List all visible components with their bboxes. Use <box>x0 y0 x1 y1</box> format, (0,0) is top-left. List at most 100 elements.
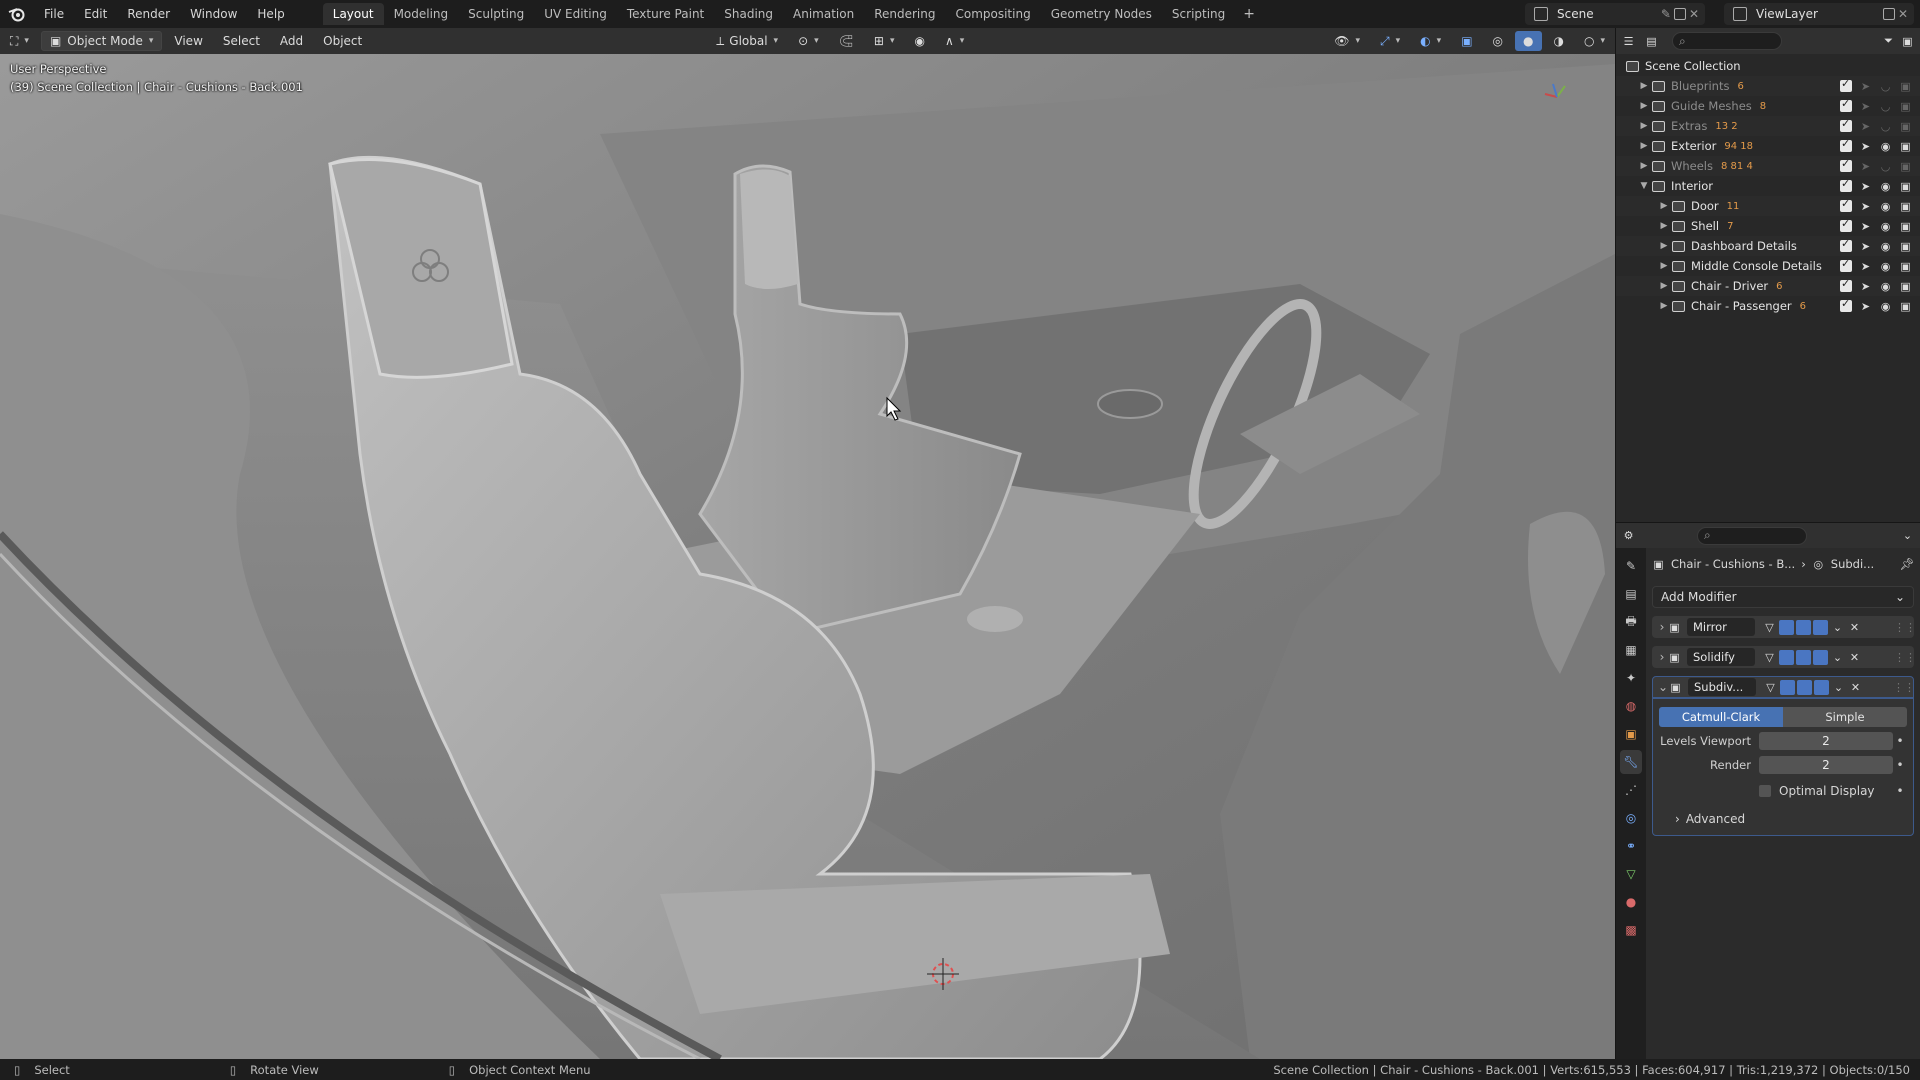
modifier-name-field[interactable]: Subdiv... <box>1688 678 1756 696</box>
realtime-toggle[interactable] <box>1796 649 1811 665</box>
modifier-header[interactable]: › ▣ Mirror ▽ ⌄ ✕ ⋮⋮ <box>1652 616 1916 638</box>
mode-dropdown[interactable]: ▣ Object Mode ▾ <box>40 31 163 51</box>
gizmo-icon[interactable]: ⤢ ▾ <box>1372 31 1408 51</box>
chevron-right-icon[interactable]: ▶ <box>1658 301 1670 311</box>
outliner-item[interactable]: ▶ Chair - Passenger 6 ➤ ◉ ▣ <box>1616 296 1920 316</box>
outliner-item[interactable]: ▶ Chair - Driver 6 ➤ ◉ ▣ <box>1616 276 1920 296</box>
chevron-down-icon[interactable]: ⌄ <box>1831 680 1846 695</box>
scene-selector[interactable]: Scene ✎ ✕ <box>1525 3 1705 25</box>
chevron-right-icon[interactable]: ▶ <box>1658 221 1670 231</box>
data-tab-icon[interactable]: ▽ <box>1620 862 1642 886</box>
exclude-checkbox[interactable] <box>1840 217 1852 232</box>
outliner-root[interactable]: Scene Collection <box>1616 56 1920 76</box>
menu-object[interactable]: Object <box>315 31 370 51</box>
outliner-item[interactable]: ▶ Dashboard Details ➤ ◉ ▣ <box>1616 236 1920 256</box>
eye-icon[interactable]: ◉ <box>1879 200 1892 213</box>
outliner-item[interactable]: ▶ Blueprints 6 ➤ ◡ ▣ <box>1616 76 1920 96</box>
selectable-icon[interactable]: ➤ <box>1859 180 1872 193</box>
selectable-icon[interactable]: ➤ <box>1859 300 1872 313</box>
render-levels-field[interactable]: 2 <box>1759 756 1893 774</box>
keyframe-dot-icon[interactable]: • <box>1893 734 1907 748</box>
selectable-icon[interactable]: ➤ <box>1859 240 1872 253</box>
object-tab-icon[interactable]: ▣ <box>1620 722 1642 746</box>
editor-type-icon[interactable]: ☰ <box>1622 35 1635 48</box>
eye-icon[interactable]: ◡ <box>1879 160 1892 173</box>
camera-icon[interactable]: ▣ <box>1899 80 1912 93</box>
exclude-checkbox[interactable] <box>1840 177 1852 192</box>
transform-orientation-dropdown[interactable]: ⟂ Global ▾ <box>708 31 786 51</box>
edit-mode-toggle[interactable] <box>1780 679 1795 695</box>
menu-window[interactable]: Window <box>180 3 247 25</box>
view-layer-tab-icon[interactable]: ▦ <box>1620 638 1642 662</box>
texture-tab-icon[interactable]: ▩ <box>1620 918 1642 942</box>
world-tab-icon[interactable]: ◍ <box>1620 694 1642 718</box>
tab-geometry-nodes[interactable]: Geometry Nodes <box>1041 3 1162 25</box>
tab-sculpting[interactable]: Sculpting <box>458 3 534 25</box>
outliner-item[interactable]: ▶ Wheels 8 81 4 ➤ ◡ ▣ <box>1616 156 1920 176</box>
eye-icon[interactable]: ◉ <box>1879 260 1892 273</box>
drag-handle-icon[interactable]: ⋮⋮ <box>1893 680 1915 695</box>
chevron-right-icon[interactable]: ▶ <box>1658 281 1670 291</box>
tab-texture-paint[interactable]: Texture Paint <box>617 3 714 25</box>
menu-edit[interactable]: Edit <box>74 3 117 25</box>
outliner-search-input[interactable]: ⌕ <box>1672 32 1782 50</box>
rendered-shading-icon[interactable]: ○ ▾ <box>1576 31 1613 51</box>
snap-target-icon[interactable]: ⊞ ▾ <box>866 31 903 51</box>
tab-uv-editing[interactable]: UV Editing <box>534 3 617 25</box>
exclude-checkbox[interactable] <box>1840 137 1852 152</box>
new-viewlayer-icon[interactable] <box>1882 8 1895 20</box>
selectable-icon[interactable]: ➤ <box>1859 220 1872 233</box>
chevron-down-icon[interactable]: ⌄ <box>1901 529 1914 542</box>
realtime-toggle[interactable] <box>1796 619 1811 635</box>
selectable-icon[interactable]: ➤ <box>1859 160 1872 173</box>
exclude-checkbox[interactable] <box>1840 97 1852 112</box>
keyframe-dot-icon[interactable]: • <box>1893 784 1907 798</box>
eye-icon[interactable]: ◉ <box>1879 300 1892 313</box>
constraints-tab-icon[interactable]: ⚭ <box>1620 834 1642 858</box>
selectable-icon[interactable]: ➤ <box>1859 200 1872 213</box>
close-icon[interactable]: ✕ <box>1898 7 1908 21</box>
eye-icon[interactable]: ◉ <box>1879 240 1892 253</box>
exclude-checkbox[interactable] <box>1840 77 1852 92</box>
visibility-icon[interactable]: 👁︎ ▾ <box>1326 31 1368 51</box>
exclude-checkbox[interactable] <box>1840 117 1852 132</box>
chevron-right-icon[interactable]: ▶ <box>1658 241 1670 251</box>
camera-icon[interactable]: ▣ <box>1899 200 1912 213</box>
new-scene-icon[interactable] <box>1673 8 1686 20</box>
camera-icon[interactable]: ▣ <box>1899 160 1912 173</box>
chevron-down-icon[interactable]: ▼ <box>1638 181 1650 191</box>
outliner-item[interactable]: ▶ Middle Console Details ➤ ◉ ▣ <box>1616 256 1920 276</box>
modifier-name-field[interactable]: Solidify <box>1687 648 1755 666</box>
physics-tab-icon[interactable]: ◎ <box>1620 806 1642 830</box>
render-toggle[interactable] <box>1813 649 1828 665</box>
modifier-header[interactable]: › ▣ Solidify ▽ ⌄ ✕ ⋮⋮ <box>1652 646 1916 668</box>
on-cage-icon[interactable]: ▽ <box>1762 620 1777 635</box>
render-toggle[interactable] <box>1813 619 1828 635</box>
drag-handle-icon[interactable]: ⋮⋮ <box>1894 620 1916 635</box>
camera-icon[interactable]: ▣ <box>1899 260 1912 273</box>
new-collection-icon[interactable]: ▣ <box>1901 35 1914 48</box>
chevron-right-icon[interactable]: ▶ <box>1658 201 1670 211</box>
outliner-item[interactable]: ▼ Interior ➤ ◉ ▣ <box>1616 176 1920 196</box>
camera-icon[interactable]: ▣ <box>1899 180 1912 193</box>
pin-icon[interactable]: ✎ <box>1661 7 1671 21</box>
menu-help[interactable]: Help <box>247 3 294 25</box>
proportional-edit-icon[interactable]: ◉ <box>907 31 933 51</box>
menu-view[interactable]: View <box>166 31 210 51</box>
exclude-checkbox[interactable] <box>1840 157 1852 172</box>
camera-icon[interactable]: ▣ <box>1899 240 1912 253</box>
menu-select[interactable]: Select <box>215 31 268 51</box>
eye-icon[interactable]: ◉ <box>1879 280 1892 293</box>
on-cage-icon[interactable]: ▽ <box>1763 680 1778 695</box>
exclude-checkbox[interactable] <box>1840 277 1852 292</box>
tab-animation[interactable]: Animation <box>783 3 864 25</box>
selectable-icon[interactable]: ➤ <box>1859 140 1872 153</box>
chevron-right-icon[interactable]: ▶ <box>1638 141 1650 151</box>
drag-handle-icon[interactable]: ⋮⋮ <box>1894 650 1916 665</box>
camera-icon[interactable]: ▣ <box>1899 140 1912 153</box>
advanced-subpanel[interactable]: › Advanced <box>1659 809 1907 829</box>
material-shading-icon[interactable]: ◑ <box>1546 31 1572 51</box>
selectable-icon[interactable]: ➤ <box>1859 280 1872 293</box>
catmull-clark-button[interactable]: Catmull-Clark <box>1659 707 1783 727</box>
add-modifier-dropdown[interactable]: Add Modifier ⌄ <box>1652 586 1914 608</box>
